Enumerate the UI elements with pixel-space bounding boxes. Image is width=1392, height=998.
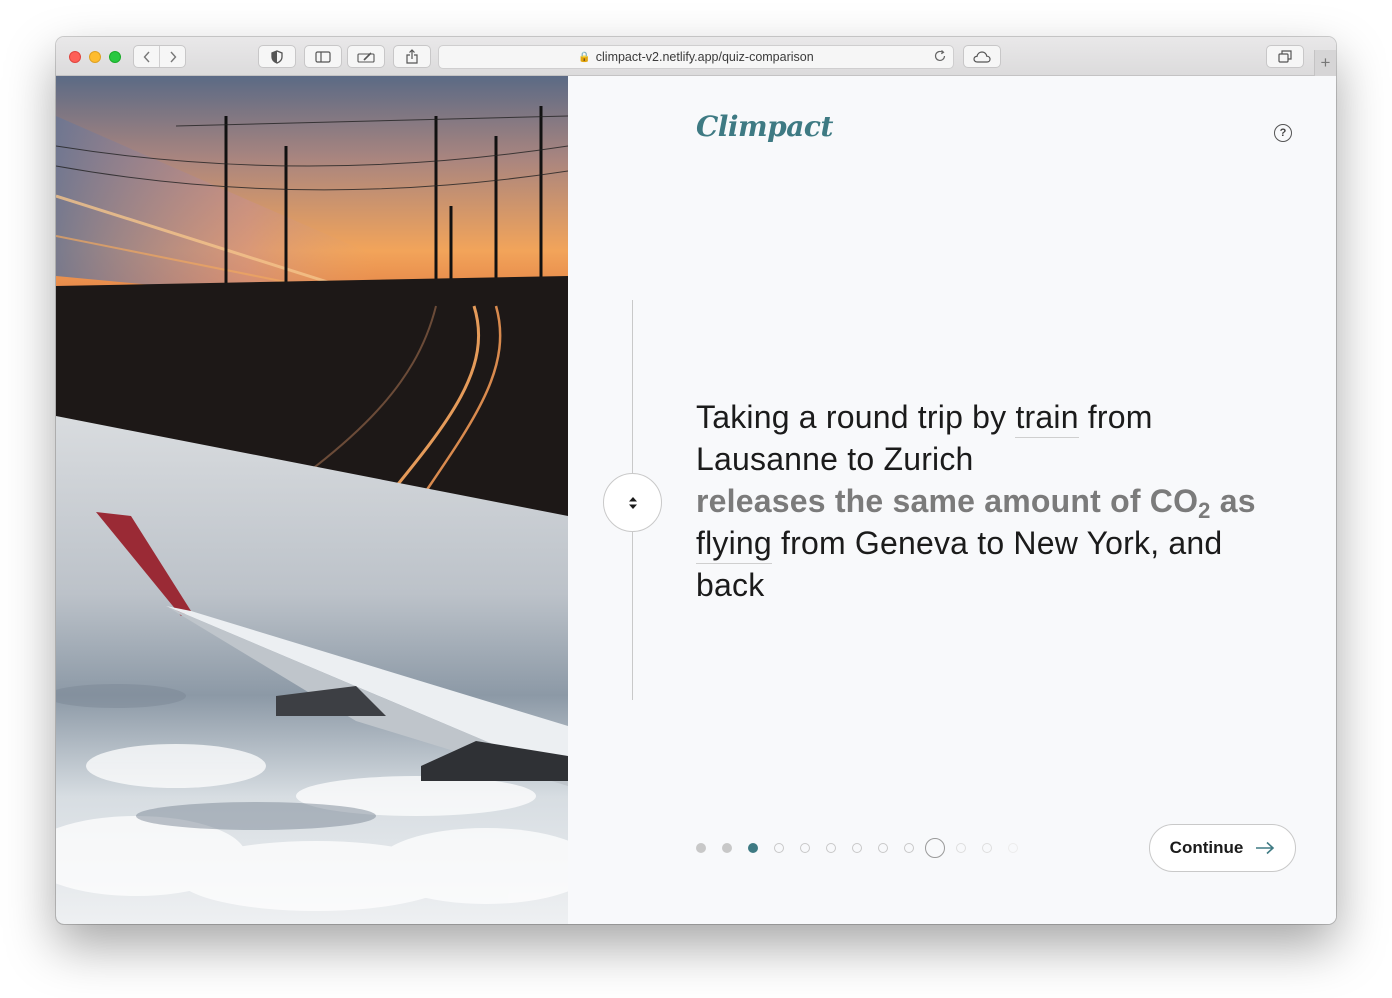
zoom-window-button[interactable] <box>109 51 121 63</box>
history-navigation <box>133 45 186 68</box>
lock-icon: 🔒 <box>578 51 591 63</box>
progress-dot <box>982 843 992 853</box>
statement-part-3: from Geneva to New York, and back <box>696 525 1223 603</box>
back-button[interactable] <box>134 46 159 67</box>
markup-button[interactable] <box>347 45 385 68</box>
comparison-photos <box>56 76 568 924</box>
progress-dot <box>956 843 966 853</box>
climpact-logo[interactable]: Climpact <box>696 110 833 143</box>
continue-button[interactable]: Continue <box>1149 824 1296 872</box>
transport-mode-flying[interactable]: flying <box>696 525 772 564</box>
new-tab-button[interactable]: + <box>1314 50 1336 76</box>
browser-window: 🔒 climpact-v2.netlify.app/quiz-compariso… <box>56 37 1336 924</box>
browser-toolbar: 🔒 climpact-v2.netlify.app/quiz-compariso… <box>56 37 1336 76</box>
comparison-statement: Taking a round trip by train from Lausan… <box>696 396 1276 606</box>
transport-mode-train[interactable]: train <box>1015 399 1079 438</box>
tabs-icon <box>1278 50 1292 63</box>
minimize-window-button[interactable] <box>89 51 101 63</box>
reload-icon[interactable] <box>933 49 947 66</box>
sort-arrows-icon <box>628 496 637 509</box>
help-button[interactable]: ? <box>1274 124 1292 142</box>
progress-dot <box>878 843 888 853</box>
privacy-report-button[interactable] <box>258 45 296 68</box>
shield-icon <box>271 49 283 64</box>
progress-dot <box>696 843 706 853</box>
arrow-right-icon <box>1255 841 1275 855</box>
progress-dots <box>696 836 1034 860</box>
sidebar-icon <box>315 50 331 63</box>
progress-dot <box>748 843 758 853</box>
statement-highlight: releases the same amount of CO2 as <box>696 483 1256 522</box>
address-bar[interactable]: 🔒 climpact-v2.netlify.app/quiz-compariso… <box>438 45 954 69</box>
cloud-icon <box>973 50 991 63</box>
co2-subscript: 2 <box>1198 498 1211 523</box>
swap-comparison-button[interactable] <box>603 473 662 532</box>
progress-dot <box>800 843 810 853</box>
train-and-plane-photo <box>56 76 568 924</box>
share-icon <box>406 49 418 64</box>
share-button[interactable] <box>393 45 431 68</box>
progress-dot <box>826 843 836 853</box>
markup-pen-icon <box>357 51 375 63</box>
chevron-left-icon <box>143 51 150 62</box>
sidebar-toggle-button[interactable] <box>304 45 342 68</box>
progress-dot <box>1008 843 1018 853</box>
progress-dot <box>852 843 862 853</box>
forward-button[interactable] <box>159 46 185 67</box>
close-window-button[interactable] <box>69 51 81 63</box>
tab-overview-button[interactable] <box>1266 45 1304 68</box>
progress-dot <box>925 838 945 858</box>
quiz-panel: Climpact ? Taking a round trip by train … <box>568 76 1336 924</box>
chevron-right-icon <box>170 51 177 62</box>
highlight-as: as <box>1219 483 1256 519</box>
icloud-tabs-button[interactable] <box>963 45 1001 68</box>
continue-label: Continue <box>1169 838 1244 857</box>
page-content: Climpact ? Taking a round trip by train … <box>56 76 1336 924</box>
highlight-text: releases the same amount of CO <box>696 483 1199 519</box>
progress-dot <box>774 843 784 853</box>
progress-dot <box>722 843 732 853</box>
progress-dot <box>904 843 914 853</box>
statement-part-1: Taking a round trip by <box>696 399 1007 435</box>
url-text: climpact-v2.netlify.app/quiz-comparison <box>595 50 814 64</box>
